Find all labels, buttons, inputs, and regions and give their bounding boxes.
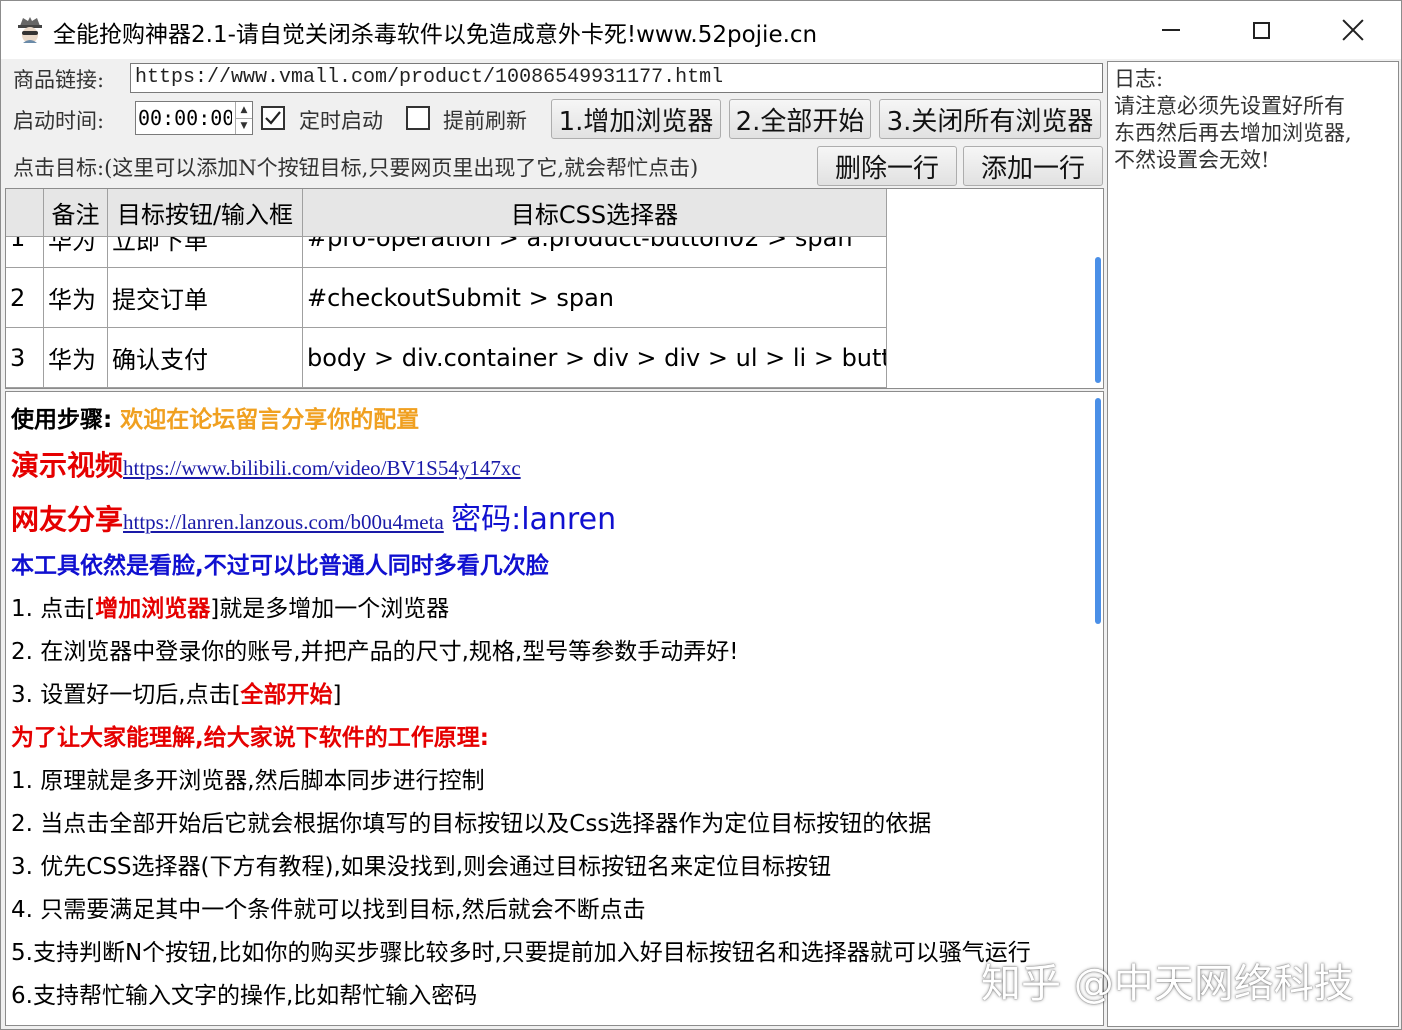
target-cell[interactable]: 提交订单 <box>108 268 303 328</box>
log-line: 请注意必须先设置好所有 <box>1114 94 1345 118</box>
close-all-browsers-button[interactable]: 3.关闭所有浏览器 <box>879 99 1101 139</box>
principle-item: 5.支持判断N个按钮,比如你的购买步骤比较多时,只要提前加入好目标按钮名和选择器… <box>11 940 1031 966</box>
note-cell[interactable]: 华为 <box>44 328 108 388</box>
step-2: 2. 在浏览器中登录你的账号,并把产品的尺寸,规格,型号等参数手动弄好! <box>11 639 739 665</box>
step-1-highlight: 增加浏览器 <box>95 596 211 622</box>
delete-row-button[interactable]: 删除一行 <box>817 146 957 186</box>
start-time-value[interactable]: 00:00:00 <box>138 106 232 130</box>
click-targets-label: 点击目标:(这里可以添加N个按钮目标,只要网页里出现了它,就会帮忙点击) <box>13 156 699 180</box>
note-cell[interactable]: 华为 <box>44 209 108 268</box>
add-row-button[interactable]: 添加一行 <box>963 146 1103 186</box>
principle-item: 4. 只需要满足其中一个条件就可以找到目标,然后就会不断点击 <box>11 897 646 923</box>
step-1-suffix: ]就是多增加一个浏览器 <box>210 596 450 622</box>
share-invite: 欢迎在论坛留言分享你的配置 <box>120 407 420 433</box>
row-number[interactable]: 3 <box>6 328 44 388</box>
video-line: 演示视频https://www.bilibili.com/video/BV1S5… <box>11 444 521 484</box>
spy-icon <box>18 17 42 43</box>
window-title: 全能抢购神器2.1-请自觉关闭杀毒软件以免造成意外卡死!www.52pojie.… <box>53 22 818 48</box>
principle-item: 6.支持帮忙输入文字的操作,比如帮忙输入密码 <box>11 983 478 1009</box>
pre-refresh-checkbox[interactable] <box>406 106 430 130</box>
principle-item: 1. 原理就是多开浏览器,然后脚本同步进行控制 <box>11 768 485 794</box>
watermark: 知乎 @中天网络科技 <box>981 961 1354 1007</box>
steps-label: 使用步骤: <box>11 407 113 433</box>
minimize-button[interactable] <box>1125 1 1217 59</box>
spin-up-icon[interactable]: ▲ <box>235 102 252 119</box>
video-link[interactable]: https://www.bilibili.com/video/BV1S54y14… <box>123 456 521 480</box>
app-window: 全能抢购神器2.1-请自觉关闭杀毒软件以免造成意外卡死!www.52pojie.… <box>0 0 1402 1030</box>
close-button[interactable] <box>1307 1 1399 59</box>
start-time-spinner[interactable]: 00:00:00 ▲ ▼ <box>135 101 253 135</box>
maximize-button[interactable] <box>1215 1 1307 59</box>
log-line: 不然设置会无效! <box>1114 148 1270 172</box>
title-bar[interactable]: 全能抢购神器2.1-请自觉关闭杀毒软件以免造成意外卡死!www.52pojie.… <box>1 1 1401 59</box>
minimize-icon <box>1162 29 1180 31</box>
row-number[interactable]: 1 <box>6 209 44 268</box>
note-cell[interactable]: 华为 <box>44 268 108 328</box>
pre-refresh-label[interactable]: 提前刷新 <box>443 105 527 135</box>
add-browser-button[interactable]: 1.增加浏览器 <box>551 99 721 139</box>
close-icon <box>1342 19 1364 41</box>
log-panel[interactable]: 日志: 请注意必须先设置好所有 东西然后再去增加浏览器, 不然设置会无效! <box>1107 61 1399 1027</box>
luck-note: 本工具依然是看脸,不过可以比普通人同时多看几次脸 <box>11 553 549 579</box>
step-1: 1. 点击[增加浏览器]就是多增加一个浏览器 <box>11 589 449 623</box>
video-label: 演示视频 <box>11 449 124 482</box>
checkmark-icon <box>265 111 281 125</box>
principle-item: 2. 当点击全部开始后它就会根据你填写的目标按钮以及Css选择器作为定位目标按钮… <box>11 811 932 837</box>
principle-item: 3. 优先CSS选择器(下方有教程),如果没找到,则会通过目标按钮名来定位目标按… <box>11 854 832 880</box>
targets-grid[interactable]: 备注 目标按钮/输入框 目标CSS选择器 1 华为 立即下单 #pro-oper… <box>5 188 1104 389</box>
target-cell[interactable]: 确认支付 <box>108 328 303 388</box>
instructions-scrollbar[interactable] <box>1095 398 1101 624</box>
selector-cell[interactable]: #checkoutSubmit > span <box>303 268 887 328</box>
spin-down-icon[interactable]: ▼ <box>235 118 252 134</box>
selector-cell[interactable]: body > div.container > div > div > ul > … <box>303 328 887 388</box>
share-line: 网友分享https://lanren.lanzous.com/b00u4meta… <box>11 494 616 538</box>
grid-scrollbar[interactable] <box>1095 257 1101 383</box>
share-link[interactable]: https://lanren.lanzous.com/b00u4meta <box>123 510 444 534</box>
selector-cell[interactable]: #pro-operation > a.product-button02 > sp… <box>303 209 887 268</box>
timer-start-checkbox[interactable] <box>261 106 285 130</box>
log-title: 日志: <box>1114 67 1164 91</box>
step-3: 3. 设置好一切后,点击[全部开始] <box>11 675 342 709</box>
share-password: 密码:lanren <box>451 502 617 537</box>
log-line: 东西然后再去增加浏览器, <box>1114 121 1352 145</box>
step-3-prefix: 3. 设置好一切后,点击[ <box>11 682 241 708</box>
start-time-label: 启动时间: <box>13 109 105 133</box>
instructions-panel[interactable]: 使用步骤: 欢迎在论坛留言分享你的配置 演示视频https://www.bili… <box>5 391 1104 1026</box>
url-label: 商品链接: <box>13 68 105 92</box>
timer-start-label[interactable]: 定时启动 <box>299 105 383 135</box>
share-label: 网友分享 <box>11 503 124 536</box>
principle-title: 为了让大家能理解,给大家说下软件的工作原理: <box>11 725 489 751</box>
start-all-button[interactable]: 2.全部开始 <box>729 99 871 139</box>
product-url-input[interactable]: https://www.vmall.com/product/1008654993… <box>130 63 1103 93</box>
row-number[interactable]: 2 <box>6 268 44 328</box>
step-3-highlight: 全部开始 <box>240 682 333 708</box>
maximize-icon <box>1252 21 1270 39</box>
step-3-suffix: ] <box>332 682 342 708</box>
steps-heading: 使用步骤: 欢迎在论坛留言分享你的配置 <box>11 400 419 434</box>
step-1-prefix: 1. 点击[ <box>11 596 96 622</box>
target-cell[interactable]: 立即下单 <box>108 209 303 268</box>
